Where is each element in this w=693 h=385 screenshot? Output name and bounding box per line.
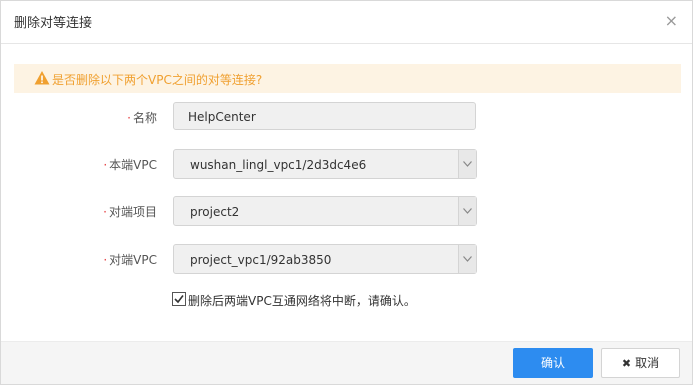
- chevron-down-icon[interactable]: [458, 150, 476, 178]
- cancel-button[interactable]: ✖ 取消: [601, 348, 680, 378]
- peer-vpc-label: · 对端VPC: [103, 251, 157, 268]
- warning-alert: 是否删除以下两个VPC之间的对等连接?: [14, 64, 681, 93]
- delete-peering-dialog: 删除对等连接 × 是否删除以下两个VPC之间的对等连接? · 名称 HelpCen…: [0, 0, 693, 385]
- form-row-name: · 名称 HelpCenter: [1, 102, 692, 132]
- required-mark: ·: [103, 253, 108, 267]
- peer-vpc-select[interactable]: project_vpc1/92ab3850: [173, 244, 477, 274]
- peer-project-label: · 对端项目: [103, 203, 157, 220]
- chevron-down-icon[interactable]: [458, 197, 476, 225]
- required-mark: ·: [127, 111, 131, 125]
- chevron-down-icon[interactable]: [458, 245, 476, 273]
- peer-vpc-value: project_vpc1/92ab3850: [190, 253, 332, 267]
- close-icon: ✖: [621, 357, 632, 370]
- name-label: · 名称: [127, 109, 157, 126]
- local-vpc-value: wushan_lingl_vpc1/2d3dc4e6: [190, 158, 367, 172]
- warning-icon: [34, 71, 50, 85]
- name-value: HelpCenter: [188, 110, 256, 124]
- dialog-footer: 确认 ✖ 取消: [1, 341, 692, 384]
- name-label-text: 名称: [132, 111, 157, 125]
- peer-vpc-label-text: 对端VPC: [109, 253, 157, 267]
- local-vpc-label-text: 本端VPC: [109, 158, 157, 172]
- form-row-local-vpc: · 本端VPC wushan_lingl_vpc1/2d3dc4e6: [1, 149, 692, 179]
- name-field[interactable]: HelpCenter: [173, 102, 476, 130]
- checkmark-icon: [174, 295, 184, 304]
- local-vpc-select[interactable]: wushan_lingl_vpc1/2d3dc4e6: [173, 149, 477, 179]
- cancel-label: 取消: [635, 356, 660, 370]
- peer-project-label-text: 对端项目: [108, 205, 157, 219]
- required-mark: ·: [103, 158, 108, 172]
- confirm-checkbox[interactable]: [172, 292, 186, 306]
- dialog-title: 删除对等连接: [14, 16, 93, 31]
- form-row-peer-vpc: · 对端VPC project_vpc1/92ab3850: [1, 244, 692, 274]
- confirm-check-label: 删除后两端VPC互通网络将中断，请确认。: [188, 294, 416, 308]
- local-vpc-label: · 本端VPC: [103, 156, 157, 173]
- required-mark: ·: [103, 205, 107, 219]
- peer-project-value: project2: [190, 205, 240, 219]
- peer-project-select[interactable]: project2: [173, 196, 477, 226]
- confirm-button[interactable]: 确认: [513, 348, 593, 378]
- warning-text: 是否删除以下两个VPC之间的对等连接?: [52, 73, 263, 87]
- dialog-header: 删除对等连接 ×: [1, 1, 692, 44]
- form-row-peer-project: · 对端项目 project2: [1, 196, 692, 226]
- close-icon[interactable]: ×: [665, 13, 678, 29]
